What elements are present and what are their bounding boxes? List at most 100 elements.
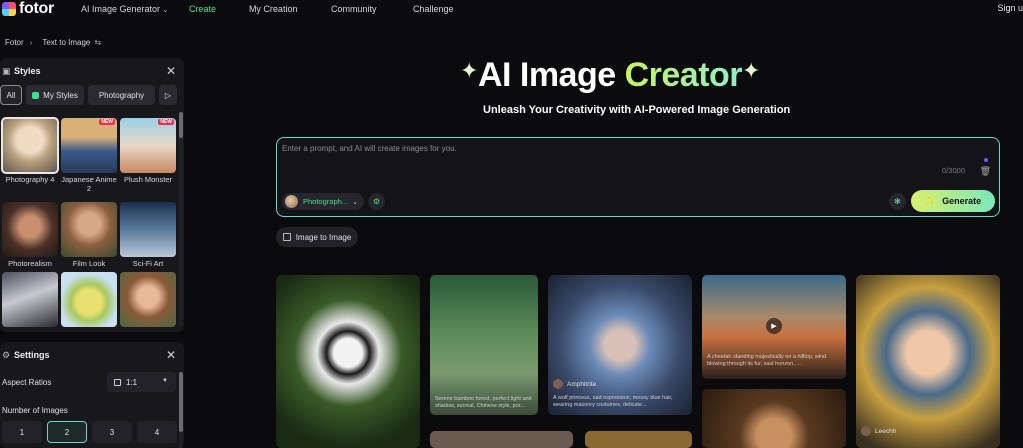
style-thumb — [2, 202, 58, 257]
sparkle-icon: ✦ — [742, 58, 760, 83]
gallery-tile[interactable] — [702, 389, 846, 448]
image-icon: ▣ — [2, 65, 11, 76]
play-icon[interactable]: ▶ — [766, 318, 782, 334]
avatar — [553, 379, 563, 389]
swap-icon[interactable]: ⇆ — [94, 38, 101, 47]
image-icon — [282, 233, 291, 241]
styles-scrollbar-track[interactable] — [179, 112, 183, 326]
generate-button[interactable]: ✨ Generate — [911, 190, 995, 212]
filter-my-styles[interactable]: My Styles — [26, 85, 84, 105]
gallery-tile[interactable]: Amphitrite A wolf princess, sad expressi… — [548, 275, 692, 415]
my-styles-icon — [32, 91, 40, 99]
style-card[interactable]: Sci-Fi Art — [120, 202, 176, 268]
filter-more-icon[interactable]: ▷ — [159, 85, 177, 105]
trash-icon[interactable]: 🗑 — [980, 166, 991, 177]
style-card[interactable]: Photography 4 — [1, 117, 59, 184]
number-option-3[interactable]: 3 — [92, 421, 132, 443]
style-label: Photorealism — [8, 259, 52, 268]
style-thumb — [61, 202, 117, 257]
fotor-logo-icon — [2, 1, 16, 16]
styles-panel: ▣ Styles ✕ All My Styles Photography ▷ P… — [0, 58, 184, 332]
breadcrumb-root[interactable]: Fotor — [5, 38, 24, 47]
style-label: Sci-Fi Art — [132, 259, 164, 268]
settings-panel: ⚙ Settings ✕ Aspect Ratios 1:1 ▼ Number … — [0, 342, 184, 448]
style-card[interactable]: Photorealism — [2, 202, 58, 268]
magic-prompt-icon[interactable]: ✻ — [889, 193, 906, 210]
filter-all[interactable]: All — [0, 85, 22, 105]
nav-my-creation[interactable]: My Creation — [249, 4, 331, 14]
sign-up-link[interactable]: Sign u — [997, 3, 1023, 13]
chevron-down-icon: ⌄ — [162, 6, 169, 14]
gallery-tile[interactable] — [276, 275, 420, 448]
style-label: Plush Monster — [124, 175, 172, 184]
image-to-image-button[interactable]: Image to Image — [276, 227, 358, 247]
style-card[interactable]: Film Look — [61, 202, 117, 268]
style-thumb: NEW — [120, 118, 176, 173]
chevron-down-icon: ⌄ — [352, 198, 358, 206]
sparkle-icon: ✦ — [460, 58, 478, 83]
number-option-1[interactable]: 1 — [2, 421, 42, 443]
style-card[interactable] — [2, 272, 58, 327]
nav-create[interactable]: Create — [189, 4, 249, 14]
number-of-images-label: Number of Images — [2, 406, 68, 415]
character-counter: 0/3000 — [942, 166, 965, 175]
tile-caption: A cheetah standing majestically on a hil… — [707, 354, 827, 367]
gallery-tile[interactable]: ▶ A cheetah standing majestically on a h… — [702, 275, 846, 379]
style-thumb — [120, 202, 176, 257]
style-thumb — [120, 272, 176, 327]
close-icon[interactable]: ✕ — [166, 64, 176, 78]
settings-panel-header: ⚙ Settings ✕ — [0, 342, 184, 368]
styles-title: Styles — [14, 66, 41, 76]
aspect-ratio-select[interactable]: 1:1 ▼ — [107, 372, 176, 392]
style-label: Japanese Anime 2 — [61, 175, 117, 193]
new-badge: NEW — [99, 119, 115, 125]
gallery-tile[interactable]: Serene bamboo forest, perfect light and … — [430, 275, 538, 415]
page-title: ✦AI Image Creator✦ — [460, 56, 760, 94]
style-selector-value: Photograph... — [303, 197, 349, 206]
styles-panel-header: ▣ Styles ✕ — [0, 58, 184, 84]
prompt-input[interactable]: Enter a prompt, and AI will create image… — [282, 144, 457, 153]
settings-gear-icon[interactable]: ⚙ — [368, 193, 385, 210]
style-card[interactable]: NEW Plush Monster — [120, 118, 176, 184]
style-label: Film Look — [72, 259, 106, 268]
settings-scrollbar[interactable] — [179, 372, 183, 448]
style-thumb — [2, 272, 58, 327]
page-subtitle: Unleash Your Creativity with AI-Powered … — [483, 104, 791, 116]
brand-name: fotor — [19, 0, 54, 17]
style-card[interactable] — [61, 272, 117, 327]
new-badge: NEW — [158, 119, 174, 125]
style-selector[interactable]: Photograph... ⌄ — [282, 193, 364, 210]
nav-challenge[interactable]: Challenge — [413, 4, 454, 14]
number-of-images-options: 1 2 3 4 — [2, 421, 182, 443]
style-avatar — [285, 195, 298, 208]
styles-scrollbar-thumb[interactable] — [179, 112, 183, 138]
tile-user: Leechh — [861, 426, 896, 436]
style-thumb — [1, 117, 59, 174]
caret-down-icon: ▼ — [162, 378, 168, 384]
gallery-tile[interactable]: Leechh — [856, 275, 1000, 448]
settings-title: Settings — [14, 350, 50, 360]
number-option-4[interactable]: 4 — [137, 421, 177, 443]
close-icon[interactable]: ✕ — [166, 348, 176, 362]
wand-icon: ✨ — [924, 195, 937, 206]
nav-ai-image-generator[interactable]: AI Image Generator ⌄ — [81, 4, 189, 14]
chevron-right-icon: › — [29, 38, 33, 47]
style-label: Photography 4 — [5, 175, 55, 184]
aspect-ratio-value: 1:1 — [126, 377, 138, 387]
breadcrumb: Fotor › Text to Image ⇆ — [5, 38, 101, 47]
top-nav: fotor AI Image Generator ⌄ Create My Cre… — [0, 0, 1023, 17]
breadcrumb-current: Text to Image — [42, 38, 91, 47]
nav-community[interactable]: Community — [331, 4, 413, 14]
style-card[interactable] — [120, 272, 176, 327]
style-filters: All My Styles Photography ▷ — [0, 85, 181, 105]
filter-photography[interactable]: Photography — [88, 85, 155, 105]
avatar — [861, 426, 871, 436]
fotor-logo[interactable]: fotor — [2, 0, 54, 18]
number-option-2[interactable]: 2 — [47, 421, 87, 443]
tile-caption: Serene bamboo forest, perfect light and … — [435, 396, 532, 409]
gallery-tile[interactable] — [430, 431, 573, 448]
style-card[interactable]: NEW Japanese Anime 2 — [61, 118, 117, 193]
prompt-box: Enter a prompt, and AI will create image… — [276, 137, 1000, 217]
square-icon — [114, 378, 121, 386]
gallery-tile[interactable] — [585, 431, 692, 448]
